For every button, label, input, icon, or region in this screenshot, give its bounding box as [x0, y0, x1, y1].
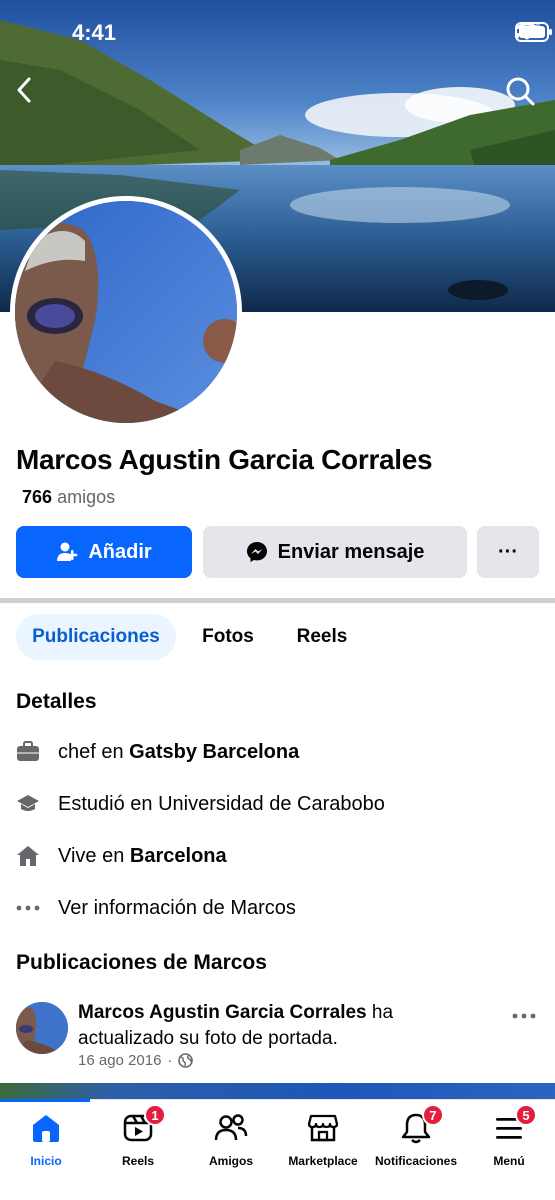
detail-home: Vive en Barcelona	[16, 841, 227, 871]
bottom-navigation: Inicio 1 Reels Amigos Marketplace 7 Noti…	[0, 1099, 555, 1200]
detail-home-prefix: Vive en	[58, 844, 125, 867]
detail-home-place[interactable]: Barcelona	[130, 845, 227, 867]
nav-menu[interactable]: 5 Menú	[459, 1104, 555, 1168]
detail-work: chef en Gatsby Barcelona	[16, 737, 299, 767]
more-options-button[interactable]: ···	[477, 526, 539, 578]
tab-publicaciones[interactable]: Publicaciones	[16, 614, 176, 660]
more-dots-icon	[16, 896, 40, 920]
nav-menu-label: Menú	[493, 1154, 525, 1168]
nav-inicio[interactable]: Inicio	[0, 1110, 96, 1168]
briefcase-icon	[16, 740, 40, 764]
friends-number: 766	[22, 487, 53, 507]
nav-marketplace[interactable]: Marketplace	[273, 1110, 373, 1168]
friends-count[interactable]: 766 amigos	[22, 487, 115, 508]
add-friend-label: Añadir	[88, 540, 152, 563]
profile-avatar[interactable]	[10, 196, 242, 428]
post-image[interactable]	[0, 1083, 555, 1099]
messenger-icon	[246, 542, 267, 562]
graduation-cap-icon	[16, 792, 40, 816]
post-author-name[interactable]: Marcos Agustin Garcia Corrales	[78, 1002, 367, 1023]
detail-see-info[interactable]: Ver información de Marcos	[16, 893, 296, 923]
nav-reels-label: Reels	[121, 1154, 155, 1168]
send-message-button[interactable]: Enviar mensaje	[203, 526, 467, 578]
nav-amigos-label: Amigos	[208, 1154, 253, 1168]
friends-label: amigos	[57, 487, 116, 507]
marketplace-icon	[305, 1110, 341, 1146]
nav-amigos[interactable]: Amigos	[181, 1110, 281, 1168]
status-bar: 4:41	[0, 0, 555, 64]
detail-work-place[interactable]: Gatsby Barcelona	[129, 741, 299, 763]
home-icon	[16, 844, 40, 868]
nav-notificaciones-label: Notificaciones	[374, 1154, 458, 1168]
search-button[interactable]	[505, 76, 541, 112]
add-friend-button[interactable]: Añadir	[16, 526, 192, 578]
post-more-button[interactable]	[509, 1004, 539, 1028]
active-tab-indicator	[0, 1099, 90, 1102]
detail-work-prefix: chef en	[58, 740, 124, 763]
chevron-left-icon	[17, 77, 31, 103]
nav-notificaciones[interactable]: 7 Notificaciones	[366, 1104, 466, 1168]
menu-icon: 5	[491, 1104, 537, 1146]
battery-icon	[515, 22, 552, 42]
more-options-icon: ···	[498, 540, 518, 563]
tab-reels[interactable]: Reels	[284, 614, 360, 660]
profile-name: Marcos Agustin Garcia Corrales	[16, 444, 433, 475]
notifications-badge: 7	[422, 1104, 444, 1126]
detail-home-text: Vive en Barcelona	[58, 845, 227, 868]
detail-work-text: chef en Gatsby Barcelona	[58, 741, 299, 764]
profile-photo	[15, 201, 237, 423]
section-divider	[0, 598, 555, 603]
nav-reels[interactable]: 1 Reels	[88, 1104, 188, 1168]
post-header-text: Marcos Agustin Garcia Corrales ha actual…	[78, 1000, 478, 1052]
home-icon	[28, 1110, 64, 1146]
more-horizontal-icon	[512, 1013, 536, 1019]
bell-icon: 7	[398, 1104, 444, 1146]
nav-marketplace-label: Marketplace	[288, 1154, 358, 1168]
nav-inicio-label: Inicio	[30, 1154, 62, 1168]
post-author-avatar[interactable]	[16, 1002, 68, 1054]
add-friend-icon	[57, 542, 78, 561]
status-time: 4:41	[72, 20, 117, 45]
friends-icon	[213, 1110, 249, 1146]
menu-badge: 5	[515, 1104, 537, 1126]
reels-icon: 1	[120, 1104, 166, 1146]
posts-title: Publicaciones de Marcos	[16, 951, 267, 974]
send-message-label: Enviar mensaje	[277, 540, 425, 563]
reels-badge: 1	[144, 1104, 166, 1126]
tab-fotos[interactable]: Fotos	[190, 614, 266, 660]
globe-icon	[178, 1053, 194, 1068]
post-date[interactable]: 16 ago 2016	[78, 1052, 161, 1069]
detail-education-text: Estudió en Universidad de Carabobo	[58, 792, 385, 815]
post-meta-separator: ·	[167, 1052, 173, 1069]
back-button[interactable]	[14, 76, 50, 112]
details-title: Detalles	[16, 690, 97, 713]
detail-see-info-text: Ver información de Marcos	[58, 896, 296, 919]
post-meta: 16 ago 2016 ·	[78, 1052, 194, 1069]
detail-education: Estudió en Universidad de Carabobo	[16, 789, 385, 819]
search-icon	[506, 77, 535, 106]
